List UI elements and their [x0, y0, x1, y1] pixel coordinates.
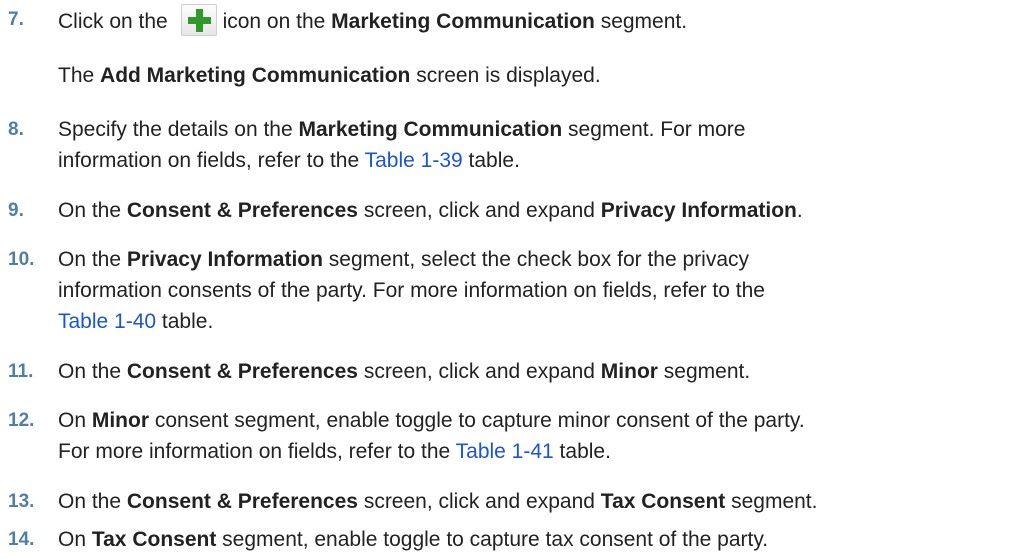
step-14: 14. On Tax Consent segment, enable toggl…: [0, 524, 1026, 555]
step-7: 7. Click on the icon on the Marketing Co…: [0, 4, 1026, 37]
step-number: 9.: [8, 200, 24, 221]
step-8: 8. Specify the details on the Marketing …: [0, 114, 1026, 176]
table-1-40-link[interactable]: Table 1-40: [58, 310, 156, 333]
step-7-result: The Add Marketing Communication screen i…: [58, 64, 601, 87]
plus-icon: [180, 4, 217, 36]
step-number: 10.: [8, 249, 35, 270]
step-number: 8.: [8, 119, 24, 140]
table-1-41-link[interactable]: Table 1-41: [456, 440, 554, 463]
step-number: 11.: [8, 361, 34, 382]
step-11: 11. On the Consent & Preferences screen,…: [0, 356, 1026, 387]
step-text: Click on the icon on the Marketing Commu…: [58, 4, 1026, 37]
step-10: 10. On the Privacy Information segment, …: [0, 244, 1026, 337]
step-9: 9. On the Consent & Preferences screen, …: [0, 195, 1026, 226]
step-12: 12. On Minor consent segment, enable tog…: [0, 405, 1026, 467]
step-number: 14.: [8, 529, 35, 550]
step-13: 13. On the Consent & Preferences screen,…: [0, 486, 1026, 517]
step-number: 13.: [8, 491, 35, 512]
step-number: 7.: [8, 9, 24, 30]
table-1-39-link[interactable]: Table 1-39: [365, 149, 463, 172]
step-number: 12.: [8, 410, 35, 431]
